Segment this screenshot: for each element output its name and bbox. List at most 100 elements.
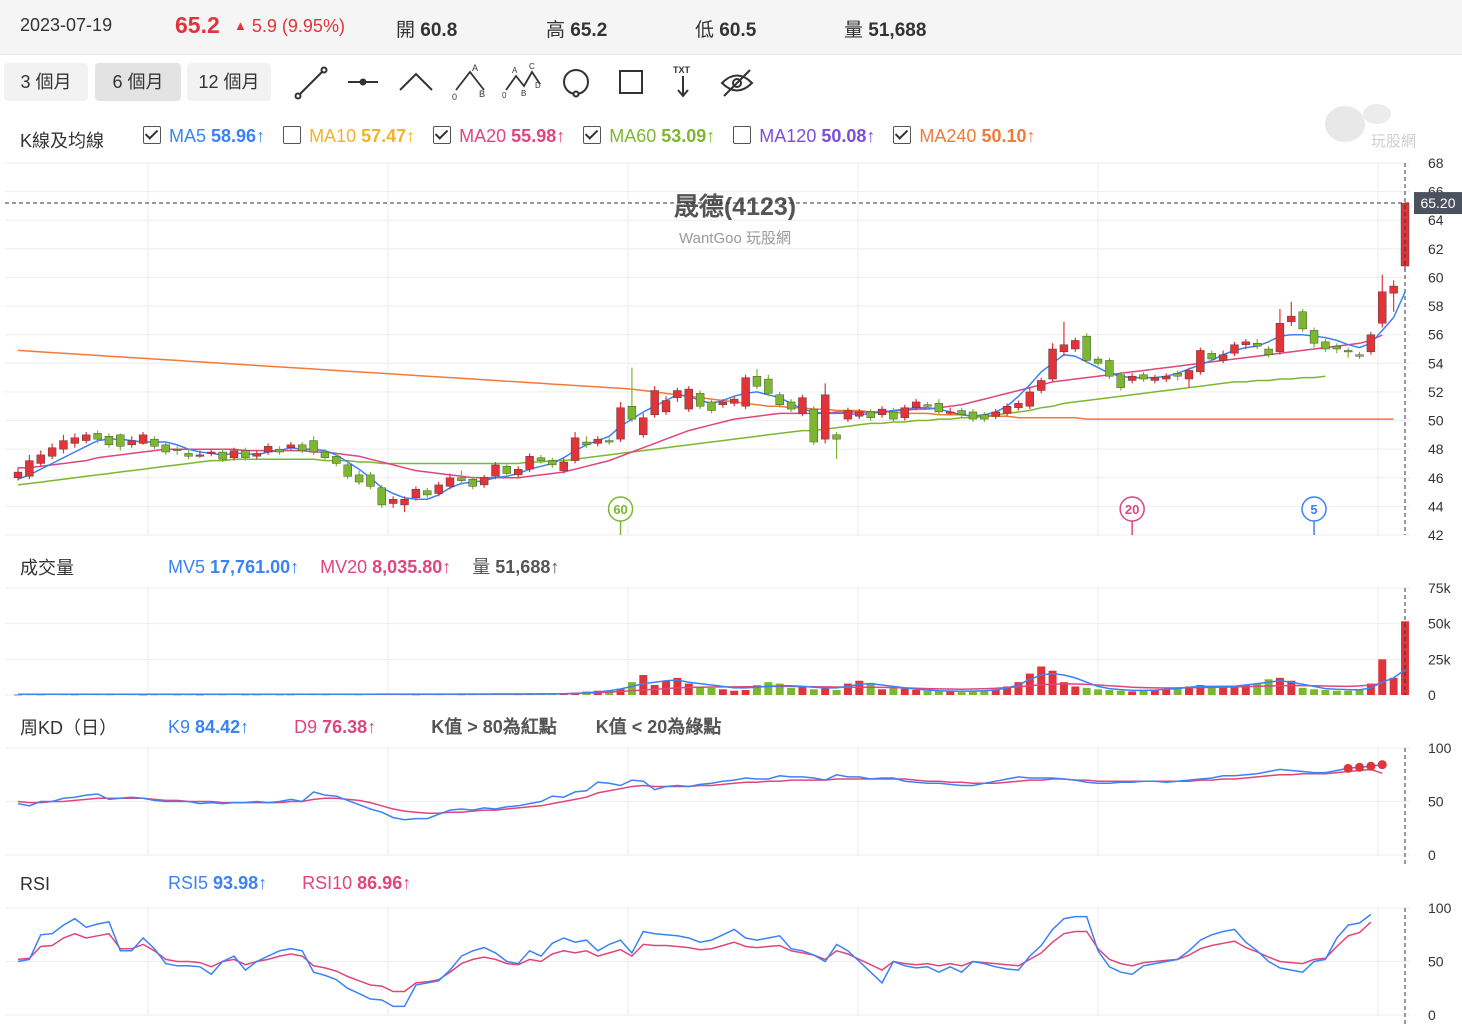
candle-body — [1082, 335, 1091, 361]
price-tick-label: 64 — [1428, 212, 1444, 228]
candle-body — [218, 451, 227, 460]
candle-body — [1230, 344, 1239, 354]
volume-bar — [1378, 659, 1387, 695]
price-tick-label: 54 — [1428, 355, 1444, 371]
candle-body — [1309, 330, 1319, 344]
ma-checkbox[interactable] — [433, 126, 452, 144]
volume-chart[interactable]: 75k 50k 25k 0 — [0, 580, 1462, 702]
candle-body — [82, 434, 91, 441]
candle-body — [1116, 374, 1125, 388]
candle-body — [1139, 374, 1148, 380]
candle-body — [1366, 334, 1376, 353]
price-chart[interactable]: 6866646260585654525048464442晟德(4123)Want… — [0, 155, 1462, 540]
ma-checkbox[interactable] — [583, 126, 602, 144]
candle-body — [207, 451, 216, 454]
kd-tick-label: 0 — [1428, 847, 1436, 863]
txt-label: TXT — [673, 65, 691, 75]
candle-body — [241, 450, 250, 458]
volume-bar — [1230, 687, 1239, 695]
horizontal-line-icon[interactable] — [348, 78, 378, 86]
candle-body — [229, 450, 239, 458]
candle-body — [1389, 285, 1398, 294]
ma-toggle-ma5[interactable]: MA5 58.96↑ — [143, 126, 265, 146]
candle-body — [434, 484, 443, 494]
candle-body — [1207, 353, 1216, 360]
ma-checkbox[interactable] — [283, 126, 302, 144]
angle-line-icon[interactable] — [399, 72, 433, 91]
candle-body — [1014, 403, 1023, 408]
volume-bar — [764, 682, 773, 695]
candle-body — [548, 460, 557, 466]
candle-body — [650, 390, 659, 416]
candle-body — [1184, 370, 1194, 380]
mv5-arrow-icon: ↑ — [290, 557, 300, 577]
range-12m-button[interactable]: 12 個月 — [187, 63, 271, 101]
candle-body — [172, 448, 182, 451]
kd-chart[interactable]: 100 50 0 — [0, 740, 1462, 865]
candle-body — [104, 436, 114, 446]
volume-bar — [798, 686, 807, 695]
ma-checkbox[interactable] — [143, 126, 161, 144]
ma-toggle-ma20[interactable]: MA20 55.98↑ — [433, 126, 565, 146]
drawing-toolbar: 0 A B 0 A B C D TXT — [294, 62, 754, 102]
candle-body — [593, 438, 602, 444]
ma60-line — [17, 375, 1326, 486]
candle-body — [923, 404, 932, 407]
trendline-icon[interactable] — [294, 66, 328, 100]
volume-tick-label: 50k — [1428, 616, 1452, 632]
volume-bar — [809, 689, 818, 695]
abcd-pattern-icon[interactable]: 0 A B C D — [502, 62, 541, 100]
candle-body — [1048, 348, 1057, 380]
price-tick-label: 62 — [1428, 241, 1444, 257]
candle-body — [1378, 291, 1387, 324]
candle-body — [514, 468, 523, 476]
text-icon[interactable]: TXT — [673, 65, 691, 98]
vol-legend: 量 51,688↑ — [472, 557, 560, 577]
candle-body — [1321, 341, 1330, 350]
ma-name: MA240 — [919, 126, 982, 146]
candle-body — [13, 471, 23, 478]
ma-checkbox[interactable] — [733, 126, 752, 144]
candle-body — [695, 393, 705, 407]
candle-body — [968, 411, 978, 420]
ma-checkbox[interactable] — [893, 126, 912, 144]
hide-icon[interactable] — [720, 69, 754, 97]
ma-toggle-ma120[interactable]: MA120 50.08↑ — [733, 126, 875, 146]
price-tick-label: 56 — [1428, 327, 1444, 343]
volume-bar — [1071, 686, 1080, 695]
volume-bar — [1025, 673, 1034, 695]
rsi-chart[interactable]: 100 50 0 — [0, 900, 1462, 1028]
abc-pattern-icon[interactable]: 0 A B — [452, 63, 485, 102]
ma-toggle-ma240[interactable]: MA240 50.10↑ — [893, 126, 1035, 146]
rectangle-icon[interactable] — [619, 70, 643, 94]
kd-legend: K9 84.42↑ D9 76.38↑ K值 > 80為紅點 K值 < 20為綠… — [168, 713, 721, 739]
candle-body — [1275, 323, 1285, 353]
candle-body — [479, 477, 489, 486]
range-6m-button[interactable]: 6 個月 — [95, 63, 181, 101]
candle-body — [1071, 340, 1080, 350]
candle-body — [36, 454, 45, 464]
volume-bar — [787, 687, 796, 695]
candle-body — [911, 401, 921, 408]
candle-body — [684, 388, 693, 410]
price-tick-label: 68 — [1428, 155, 1444, 171]
candle-body — [93, 433, 102, 440]
ma-toggle-ma10[interactable]: MA10 57.47↑ — [283, 126, 415, 146]
ma-arrow-icon: ↑ — [706, 126, 716, 146]
volume-bar — [1105, 690, 1114, 695]
candle-body — [1059, 344, 1069, 353]
ma-arrow-icon: ↑ — [406, 126, 416, 146]
volume-bar — [912, 690, 921, 695]
range-3m-button[interactable]: 3 個月 — [4, 63, 88, 101]
chart-title: 晟德(4123) — [674, 192, 796, 221]
candle-body — [1150, 377, 1160, 381]
circle-icon[interactable] — [563, 69, 589, 98]
candle-body — [1173, 373, 1182, 377]
ma-toggle-ma60[interactable]: MA60 53.09↑ — [583, 126, 715, 146]
abc-zero-label: 0 — [452, 92, 457, 102]
ma-legend: MA5 58.96↑ MA10 57.47↑ MA20 55.98↑ MA60 53.… — [143, 126, 1053, 147]
candle-body — [1037, 380, 1046, 391]
rsi5-arrow-icon: ↑ — [258, 873, 268, 893]
ma-marker-label: 5 — [1310, 502, 1317, 517]
candle-body — [1264, 348, 1273, 355]
